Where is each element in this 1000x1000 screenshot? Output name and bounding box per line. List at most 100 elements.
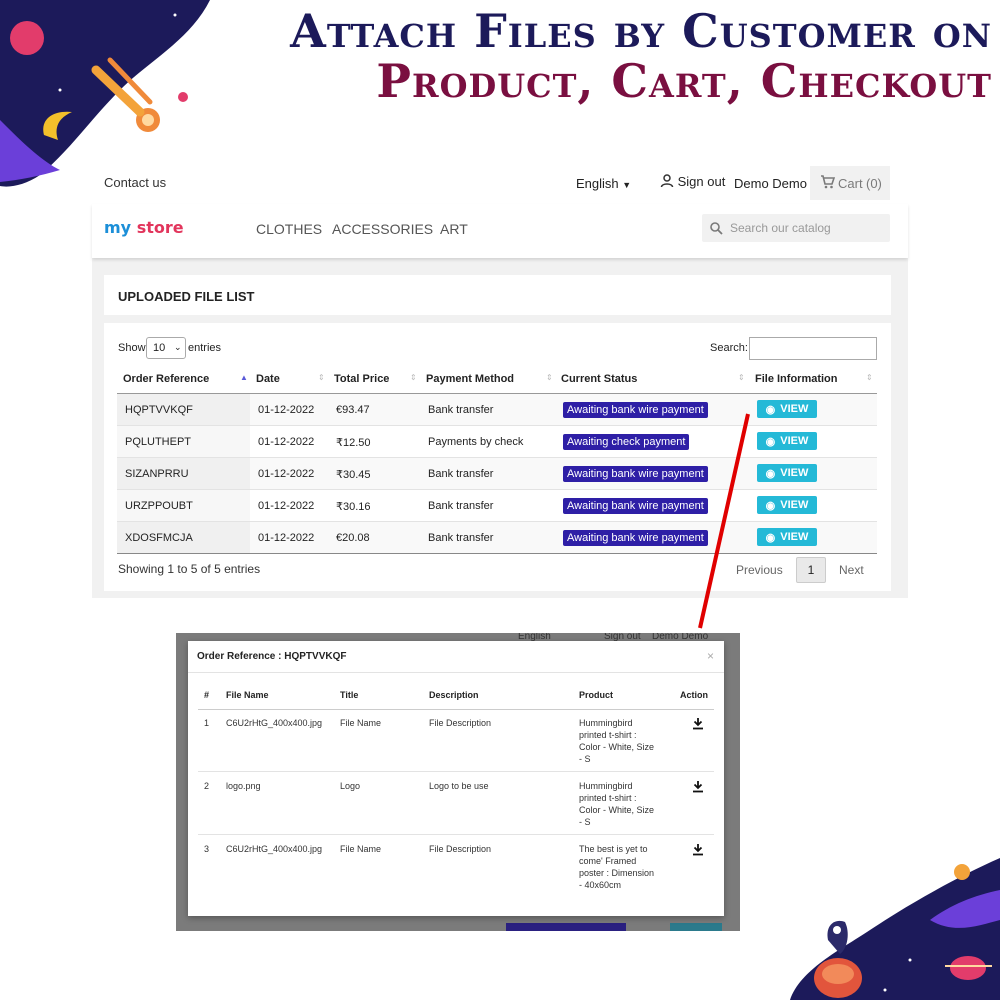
- sign-out-label: Sign out: [677, 174, 726, 189]
- table-search-input[interactable]: [749, 337, 877, 360]
- view-button[interactable]: ◉ VIEW: [757, 432, 817, 450]
- order-reference: URZPPOUBT: [125, 500, 193, 512]
- modal-column-product: Product: [579, 690, 614, 700]
- file-title: Logo: [340, 781, 361, 791]
- language-selector[interactable]: English ▼: [576, 176, 631, 191]
- chevron-down-icon: ⌄: [174, 342, 182, 352]
- eye-icon: ◉: [765, 403, 776, 416]
- page-number-button[interactable]: 1: [796, 557, 826, 583]
- order-reference: PQLUTHEPT: [125, 436, 192, 448]
- contact-link[interactable]: Contact us: [104, 175, 166, 190]
- column-total-price[interactable]: Total Price: [334, 373, 389, 385]
- download-icon[interactable]: [692, 717, 704, 730]
- order-date: 01-12-2022: [258, 532, 315, 544]
- next-button[interactable]: Next: [839, 563, 864, 577]
- order-price: ₹30.16: [336, 501, 371, 513]
- column-current-status[interactable]: Current Status: [561, 373, 637, 385]
- file-description: File Description: [429, 844, 492, 854]
- show-label: Show: [118, 342, 146, 354]
- file-product: The best is yet to come' Framed poster :…: [579, 844, 655, 890]
- entries-label: entries: [188, 342, 222, 354]
- main-nav: my store CLOTHES ACCESSORIES ART Search …: [92, 204, 908, 258]
- modal-column-title: Title: [340, 690, 359, 700]
- eye-icon: ◉: [765, 531, 776, 544]
- page-title-card: UPLOADED FILE LIST: [104, 275, 891, 315]
- modal-column-action: Action: [680, 690, 708, 700]
- nav-item-art[interactable]: ART: [440, 221, 468, 237]
- download-icon[interactable]: [692, 780, 704, 793]
- search-input[interactable]: Search our catalog: [730, 221, 831, 235]
- file-name: C6U2rHtG_400x400.jpg: [226, 844, 323, 854]
- view-label: VIEW: [780, 499, 809, 511]
- entries-value: 10: [153, 342, 166, 354]
- file-name: C6U2rHtG_400x400.jpg: [226, 718, 323, 728]
- sort-icon: ⇕: [410, 373, 417, 382]
- file-number: 1: [204, 718, 210, 728]
- view-label: VIEW: [780, 467, 809, 479]
- sort-icon: ⇕: [866, 373, 873, 382]
- view-button[interactable]: ◉ VIEW: [757, 400, 817, 418]
- file-number: 3: [204, 844, 210, 854]
- sort-icon: ⇕: [318, 373, 325, 382]
- order-date: 01-12-2022: [258, 436, 315, 448]
- eye-icon: ◉: [765, 467, 776, 480]
- download-icon[interactable]: [692, 843, 704, 856]
- eye-icon: ◉: [765, 499, 776, 512]
- cart-button[interactable]: Cart (0): [810, 166, 890, 200]
- search-box[interactable]: Search our catalog: [702, 214, 890, 242]
- file-number: 2: [204, 781, 210, 791]
- file-name: logo.png: [226, 781, 261, 791]
- order-date: 01-12-2022: [258, 500, 315, 512]
- order-price: €93.47: [336, 404, 370, 416]
- payment-method: Bank transfer: [428, 468, 494, 480]
- order-reference: HQPTVVKQF: [125, 404, 193, 416]
- view-button[interactable]: ◉ VIEW: [757, 528, 817, 546]
- column-payment-method[interactable]: Payment Method: [426, 373, 514, 385]
- view-button[interactable]: ◉ VIEW: [757, 496, 817, 514]
- modal-title: Order Reference : HQPTVVKQF: [197, 651, 347, 662]
- language-label: English: [576, 176, 619, 191]
- column-date[interactable]: Date: [256, 373, 280, 385]
- column-order-reference[interactable]: Order Reference: [123, 373, 209, 385]
- order-date: 01-12-2022: [258, 404, 315, 416]
- arrow-connector: [698, 413, 750, 629]
- sort-icon: ⇕: [546, 373, 553, 382]
- file-product: Hummingbird printed t-shirt : Color - Wh…: [579, 718, 655, 764]
- headline-subtitle: Product, Cart, Checkout: [376, 54, 992, 108]
- account-name[interactable]: Demo Demo: [734, 176, 807, 191]
- payment-method: Payments by check: [428, 436, 524, 448]
- eye-icon: ◉: [765, 435, 776, 448]
- headline-title: Attach Files by Customer on: [290, 4, 992, 58]
- payment-method: Bank transfer: [428, 500, 494, 512]
- entries-select[interactable]: 10 ⌄: [146, 337, 186, 359]
- page-title: UPLOADED FILE LIST: [118, 289, 255, 304]
- nav-item-clothes[interactable]: CLOTHES: [256, 221, 322, 237]
- view-label: VIEW: [780, 531, 809, 543]
- sign-out-link[interactable]: Sign out: [660, 174, 725, 189]
- search-icon: [710, 222, 723, 235]
- file-description: File Description: [429, 718, 492, 728]
- status-badge: Awaiting bank wire payment: [563, 530, 708, 546]
- nav-item-accessories[interactable]: ACCESSORIES: [332, 221, 433, 237]
- sort-asc-icon: ▲: [240, 373, 248, 382]
- view-button[interactable]: ◉ VIEW: [757, 464, 817, 482]
- close-icon[interactable]: ×: [707, 649, 714, 663]
- file-description: Logo to be use: [429, 781, 489, 791]
- top-bar: Contact us English ▼ Sign out Demo Demo …: [92, 160, 908, 204]
- status-badge: Awaiting bank wire payment: [563, 498, 708, 514]
- order-price: ₹30.45: [336, 469, 371, 481]
- payment-method: Bank transfer: [428, 532, 494, 544]
- view-label: VIEW: [780, 403, 809, 415]
- table-summary: Showing 1 to 5 of 5 entries: [118, 562, 261, 576]
- column-file-information[interactable]: File Information: [755, 373, 838, 385]
- search-label: Search:: [710, 342, 748, 354]
- order-price: ₹12.50: [336, 437, 371, 449]
- store-logo[interactable]: my store: [104, 218, 184, 237]
- status-badge: Awaiting bank wire payment: [563, 466, 708, 482]
- user-icon: [660, 174, 674, 188]
- order-reference: SIZANPRRU: [125, 468, 189, 480]
- status-badge: Awaiting check payment: [563, 434, 690, 450]
- order-date: 01-12-2022: [258, 468, 315, 480]
- order-reference: XDOSFMCJA: [125, 532, 193, 544]
- cart-icon: [821, 175, 835, 189]
